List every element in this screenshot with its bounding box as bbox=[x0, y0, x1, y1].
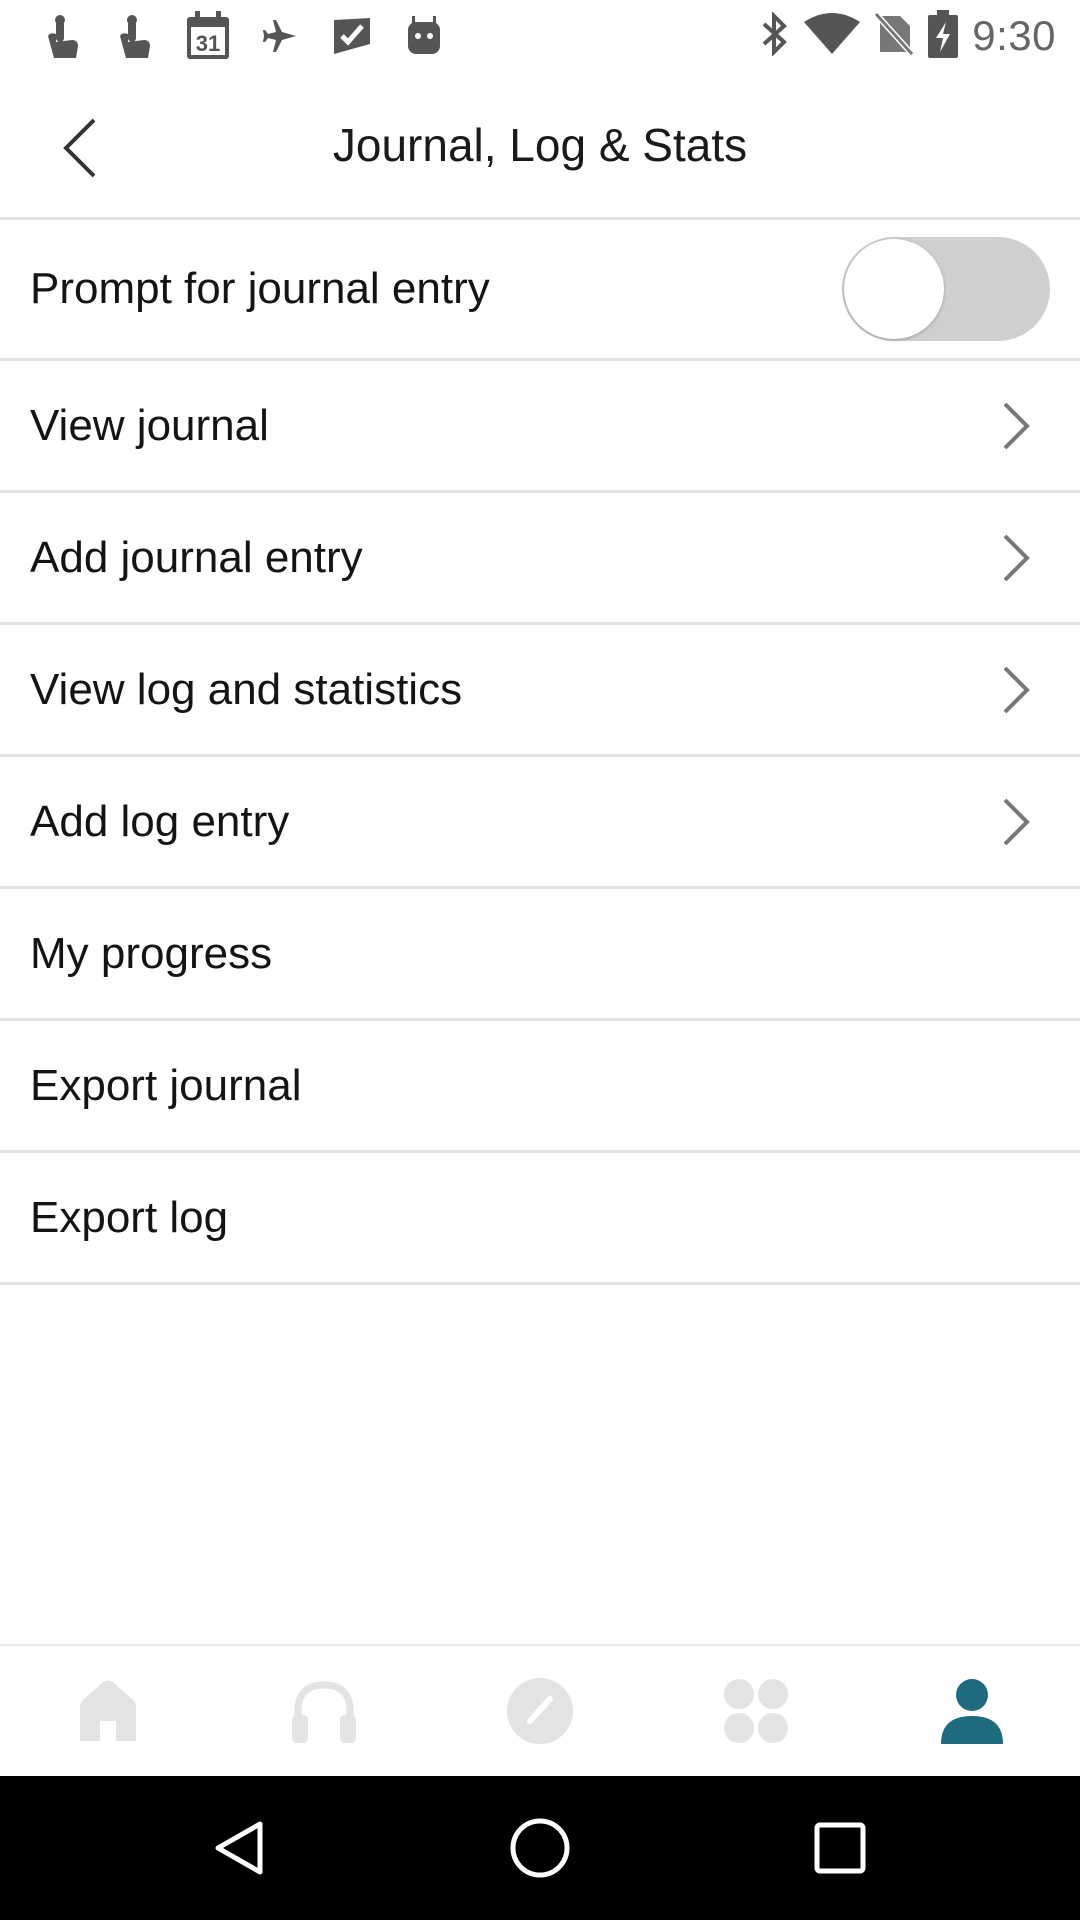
chevron-right-icon bbox=[992, 528, 1040, 588]
chevron-right-icon bbox=[992, 396, 1040, 456]
home-circle-icon bbox=[510, 1818, 570, 1878]
system-status-icons: 9:30 bbox=[758, 9, 1056, 63]
nav-listen[interactable] bbox=[216, 1646, 432, 1776]
list-item-export-journal[interactable]: Export journal bbox=[0, 1021, 1080, 1153]
list-item-label: My progress bbox=[30, 928, 273, 978]
headphones-icon bbox=[292, 1681, 356, 1743]
clock: 9:30 bbox=[972, 12, 1056, 59]
prompt-journal-row: Prompt for journal entry bbox=[0, 220, 1080, 361]
calendar-day: 31 bbox=[196, 31, 220, 56]
nav-profile[interactable] bbox=[864, 1646, 1080, 1776]
list-item-my-progress[interactable]: My progress bbox=[0, 889, 1080, 1021]
list-item-label: Export journal bbox=[30, 1060, 302, 1110]
wifi-icon bbox=[804, 12, 861, 61]
bluetooth-icon bbox=[758, 10, 790, 61]
notification-icons: 31 bbox=[28, 10, 460, 62]
android-icon bbox=[388, 10, 460, 62]
nav-home[interactable] bbox=[0, 1646, 216, 1776]
battery-charging-icon bbox=[928, 9, 959, 63]
inbox-check-icon bbox=[316, 10, 388, 62]
list-item-label: Export log bbox=[30, 1192, 229, 1242]
prompt-journal-label: Prompt for journal entry bbox=[30, 264, 490, 313]
system-back-button[interactable] bbox=[204, 1812, 276, 1884]
list-item-label: Add journal entry bbox=[30, 532, 363, 582]
toggle-knob bbox=[844, 239, 944, 339]
compass-icon bbox=[507, 1678, 573, 1744]
system-recents-button[interactable] bbox=[804, 1812, 876, 1884]
touch-icon bbox=[100, 10, 172, 62]
apps-icon bbox=[724, 1679, 788, 1743]
profile-icon bbox=[941, 1679, 1003, 1744]
list-item-view-log-and-statistics[interactable]: View log and statistics bbox=[0, 625, 1080, 757]
page-title: Journal, Log & Stats bbox=[332, 119, 748, 171]
nav-more[interactable] bbox=[648, 1646, 864, 1776]
touch-icon bbox=[28, 10, 100, 62]
airplane-icon bbox=[244, 10, 316, 62]
list-item-label: Add log entry bbox=[30, 796, 290, 846]
back-triangle-icon bbox=[215, 1821, 263, 1875]
app-header: Journal, Log & Stats bbox=[0, 72, 1080, 220]
system-home-button[interactable] bbox=[504, 1812, 576, 1884]
home-icon bbox=[80, 1680, 136, 1741]
bottom-navigation bbox=[0, 1644, 1080, 1776]
chevron-right-icon bbox=[992, 660, 1040, 720]
list-item-add-log-entry[interactable]: Add log entry bbox=[0, 757, 1080, 889]
status-bar: 31 9:30 bbox=[0, 0, 1080, 72]
list-item-label: View journal bbox=[30, 400, 269, 450]
calendar-icon: 31 bbox=[172, 10, 244, 62]
chevron-right-icon bbox=[992, 792, 1040, 852]
list-item-add-journal-entry[interactable]: Add journal entry bbox=[0, 493, 1080, 625]
list-item-view-journal[interactable]: View journal bbox=[0, 361, 1080, 493]
prompt-journal-toggle[interactable] bbox=[842, 237, 1050, 341]
nav-explore[interactable] bbox=[432, 1646, 648, 1776]
no-sim-icon bbox=[874, 11, 915, 61]
settings-list: Prompt for journal entry View journal Ad… bbox=[0, 220, 1080, 1285]
recents-square-icon bbox=[814, 1822, 866, 1874]
list-item-label: View log and statistics bbox=[30, 664, 463, 714]
system-navigation-bar bbox=[0, 1776, 1080, 1920]
list-item-export-log[interactable]: Export log bbox=[0, 1153, 1080, 1285]
